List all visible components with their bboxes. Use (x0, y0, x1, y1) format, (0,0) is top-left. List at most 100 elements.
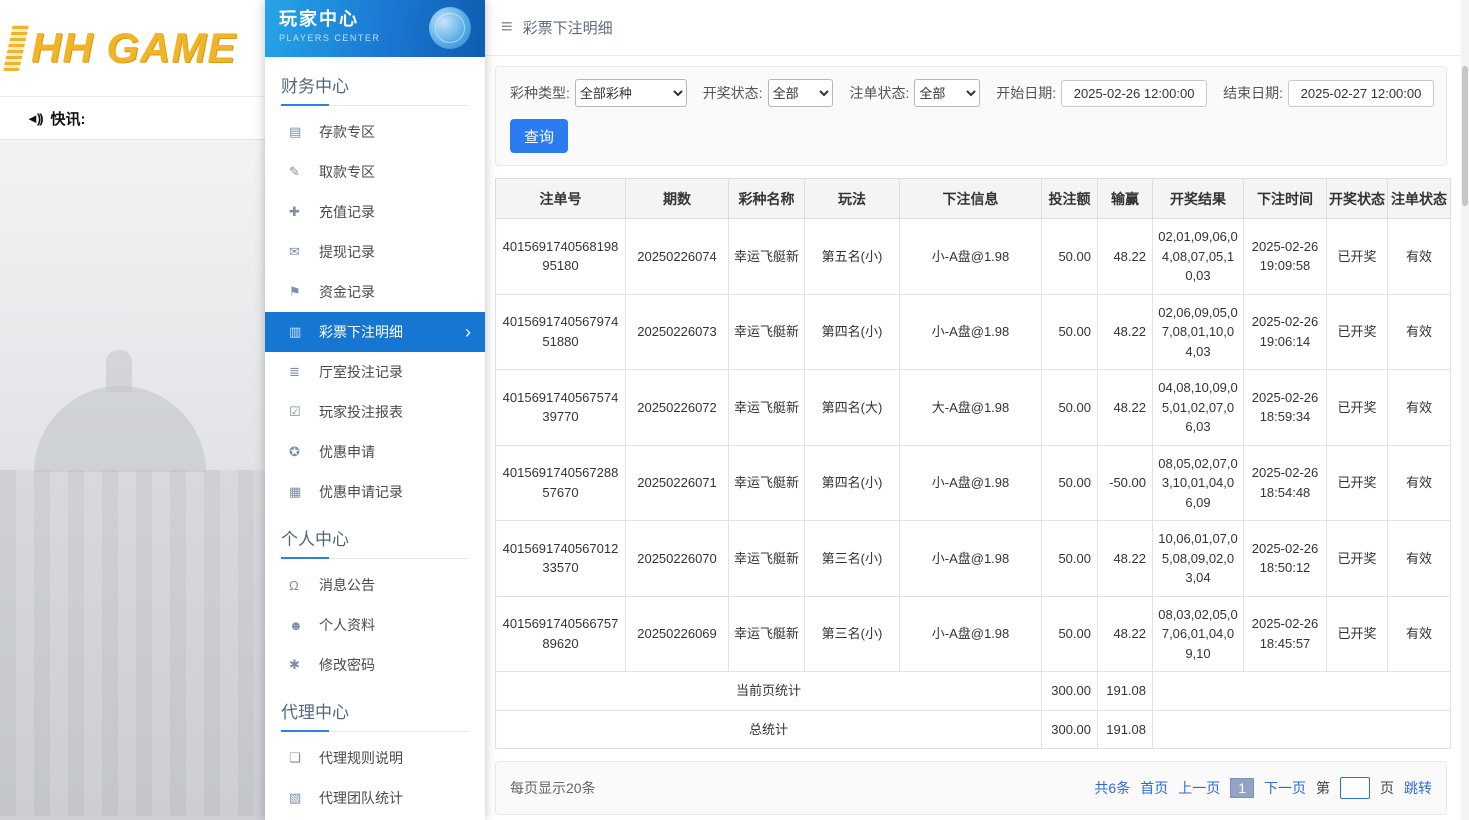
current-page[interactable]: 1 (1230, 778, 1254, 798)
withdrawal-record-icon: ✉ (289, 244, 319, 260)
lottery-type-select[interactable]: 全部彩种 (575, 79, 687, 107)
total-summary-winloss: 191.08 (1098, 710, 1153, 749)
sidebar-item-agent-rules[interactable]: ❏代理规则说明 (265, 738, 485, 778)
cell-lottery: 幸运飞艇新 (729, 596, 805, 672)
sidebar-section-title: 财务中心 (281, 72, 469, 106)
cell-period: 20250226071 (626, 445, 729, 521)
sidebar-item-password[interactable]: ✱修改密码 (265, 645, 485, 685)
sidebar-item-label: 提现记录 (319, 242, 471, 262)
speaker-icon: ◄)) (26, 111, 42, 126)
main-panel: ≡ 彩票下注明细 彩种类型: 全部彩种 开奖状态: 全部 注单状态: 全部 (485, 0, 1469, 820)
sidebar-item-label: 存款专区 (319, 122, 471, 142)
page-number-input[interactable] (1340, 777, 1370, 799)
sidebar-item-deposit[interactable]: ▤存款专区 (265, 112, 485, 152)
order-status-select[interactable]: 全部 (914, 79, 980, 107)
deposit-icon: ▤ (289, 124, 319, 140)
sidebar-item-withdraw[interactable]: ✎取款专区 (265, 152, 485, 192)
column-header: 注单状态 (1388, 179, 1451, 219)
agent-rules-icon: ❏ (289, 750, 319, 766)
sidebar-item-hall-bet-record[interactable]: ≣厅室投注记录 (265, 352, 485, 392)
cell-order_id: 401569174056728857670 (496, 445, 626, 521)
logo-row: HH GAME (0, 0, 265, 96)
cell-winloss: 48.22 (1098, 370, 1153, 446)
draw-status-label: 开奖状态: (703, 83, 763, 103)
start-date-input[interactable] (1061, 80, 1207, 107)
bets-table-header-row: 注单号期数彩种名称玩法下注信息投注额输赢开奖结果下注时间开奖状态注单状态 (496, 179, 1451, 219)
cell-bet_info: 小-A盘@1.98 (900, 596, 1042, 672)
scrollbar-thumb[interactable] (1462, 66, 1468, 206)
cell-winloss: 48.22 (1098, 521, 1153, 597)
column-header: 输赢 (1098, 179, 1153, 219)
cell-result: 10,06,01,07,05,08,09,02,03,04 (1153, 521, 1244, 597)
cell-lottery: 幸运飞艇新 (729, 294, 805, 370)
cell-winloss: 48.22 (1098, 294, 1153, 370)
cell-winloss: 48.22 (1098, 219, 1153, 295)
cell-draw_status: 已开奖 (1327, 596, 1388, 672)
sidebar-item-funds-record[interactable]: ⚑资金记录 (265, 272, 485, 312)
globe-icon (429, 7, 471, 49)
sidebar-item-promo-apply[interactable]: ✪优惠申请 (265, 432, 485, 472)
cell-order_status: 有效 (1388, 596, 1451, 672)
cell-draw_status: 已开奖 (1327, 445, 1388, 521)
news-label: 快讯: (51, 108, 86, 129)
cell-play: 第三名(小) (805, 596, 900, 672)
news-bar: ◄)) 快讯: (0, 96, 265, 140)
agent-team-icon: ▧ (289, 790, 319, 806)
cell-result: 02,06,09,05,07,08,01,10,04,03 (1153, 294, 1244, 370)
sidebar-header: 玩家中心 PLAYERS CENTER (265, 0, 485, 57)
sidebar: 玩家中心 PLAYERS CENTER 财务中心▤存款专区✎取款专区✚充值记录✉… (265, 0, 485, 820)
logo-bars-icon (3, 25, 29, 71)
cell-period: 20250226073 (626, 294, 729, 370)
cell-bet_info: 小-A盘@1.98 (900, 294, 1042, 370)
order-status-label: 注单状态: (849, 83, 909, 103)
sidebar-item-profile[interactable]: ☻个人资料 (265, 605, 485, 645)
sidebar-item-lottery-bet-detail[interactable]: ▥彩票下注明细› (265, 312, 485, 352)
cell-order_status: 有效 (1388, 445, 1451, 521)
background-page: HH GAME ◄)) 快讯: (0, 0, 265, 820)
sidebar-item-player-bet-report[interactable]: ☑玩家投注报表 (265, 392, 485, 432)
cell-lottery: 幸运飞艇新 (729, 445, 805, 521)
draw-status-select[interactable]: 全部 (768, 79, 834, 107)
cell-order_status: 有效 (1388, 294, 1451, 370)
recharge-record-icon: ✚ (289, 204, 319, 220)
sidebar-item-withdrawal-record[interactable]: ✉提现记录 (265, 232, 485, 272)
cell-bet_info: 小-A盘@1.98 (900, 219, 1042, 295)
start-date-label: 开始日期: (996, 83, 1056, 103)
total-summary-empty (1153, 710, 1451, 749)
end-date-input[interactable] (1288, 80, 1434, 107)
cell-order_id: 401569174056819895180 (496, 219, 626, 295)
search-button[interactable]: 查询 (510, 119, 568, 153)
cell-result: 08,05,02,07,03,10,01,04,06,09 (1153, 445, 1244, 521)
table-row: 40156917405675743977020250226072幸运飞艇新第四名… (496, 370, 1451, 446)
first-page-link[interactable]: 首页 (1140, 778, 1168, 798)
topbar: ≡ 彩票下注明细 (485, 0, 1469, 56)
cell-time: 2025-02-26 19:09:58 (1244, 219, 1327, 295)
jump-link[interactable]: 跳转 (1404, 778, 1432, 798)
column-header: 投注额 (1042, 179, 1098, 219)
sidebar-item-label: 优惠申请 (319, 442, 471, 462)
cell-draw_status: 已开奖 (1327, 370, 1388, 446)
cell-lottery: 幸运飞艇新 (729, 521, 805, 597)
sidebar-item-recharge-record[interactable]: ✚充值记录 (265, 192, 485, 232)
cell-order_id: 401569174056701233570 (496, 521, 626, 597)
end-date-label: 结束日期: (1223, 83, 1283, 103)
sidebar-item-message[interactable]: Ω消息公告 (265, 565, 485, 605)
column-header: 玩法 (805, 179, 900, 219)
site-logo: HH GAME (31, 24, 236, 72)
cell-draw_status: 已开奖 (1327, 521, 1388, 597)
pager: 共6条 首页 上一页 1 下一页 第 页 跳转 (1094, 777, 1432, 799)
lottery-bet-detail-icon: ▥ (289, 324, 319, 340)
table-row: 40156917405667578962020250226069幸运飞艇新第三名… (496, 596, 1451, 672)
promo-apply-icon: ✪ (289, 444, 319, 460)
menu-toggle-icon[interactable]: ≡ (501, 16, 513, 39)
next-page-link[interactable]: 下一页 (1264, 778, 1306, 798)
sidebar-item-promo-apply-record[interactable]: ▦优惠申请记录 (265, 472, 485, 512)
hall-bet-record-icon: ≣ (289, 364, 319, 380)
page-summary-label: 当前页统计 (496, 672, 1042, 711)
page-summary-row: 当前页统计 300.00 191.08 (496, 672, 1451, 711)
prev-page-link[interactable]: 上一页 (1178, 778, 1220, 798)
per-page-label: 每页显示20条 (510, 778, 596, 798)
scrollbar[interactable] (1461, 0, 1469, 820)
sidebar-item-agent-team[interactable]: ▧代理团队统计 (265, 778, 485, 818)
sidebar-item-label: 消息公告 (319, 575, 471, 595)
